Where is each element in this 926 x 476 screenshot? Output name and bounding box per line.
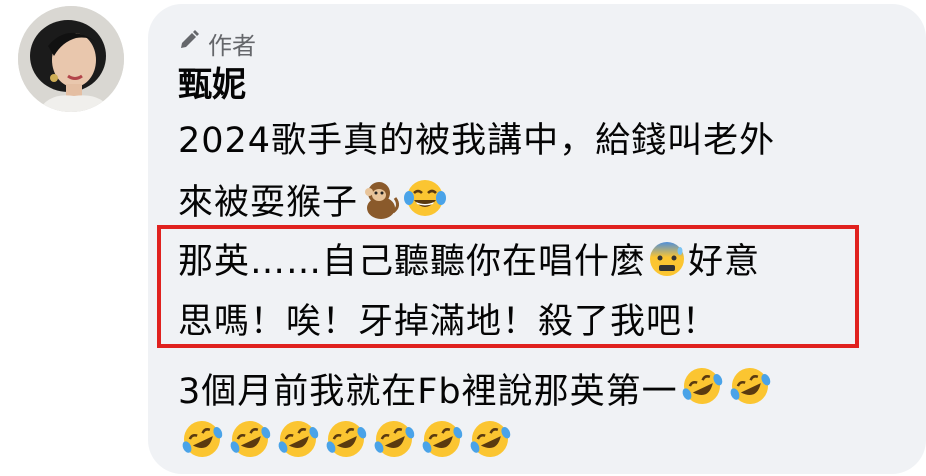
- rolling-on-the-floor-laughing-emoji: [179, 416, 225, 476]
- rolling-on-the-floor-laughing-emoji: [419, 416, 465, 476]
- rolling-on-the-floor-laughing-emoji: [727, 363, 773, 423]
- rolling-on-the-floor-laughing-emoji: [227, 416, 273, 476]
- author-badge: 作者: [178, 28, 256, 60]
- rolling-on-the-floor-laughing-emoji: [323, 416, 369, 476]
- comment-emoji-row: [178, 416, 514, 476]
- highlight-box: [157, 225, 859, 348]
- rolling-on-the-floor-laughing-emoji: [467, 416, 513, 476]
- rolling-on-the-floor-laughing-emoji: [371, 416, 417, 476]
- comment-text: 3個月前我就在Fb裡說那英第一: [178, 372, 678, 412]
- comment-text: 2024歌手真的被我講中，給錢叫老外: [178, 121, 776, 161]
- author-name[interactable]: 甄妮: [178, 62, 246, 108]
- comment-line: 3個月前我就在Fb裡說那英第一: [178, 363, 774, 423]
- rolling-on-the-floor-laughing-emoji: [679, 363, 725, 423]
- comment-text: 來被耍猴子: [178, 183, 359, 223]
- author-badge-label: 作者: [208, 31, 256, 60]
- rolling-on-the-floor-laughing-emoji: [275, 416, 321, 476]
- comment-line: 2024歌手真的被我講中，給錢叫老外: [178, 116, 775, 166]
- avatar[interactable]: [18, 6, 124, 112]
- pencil-icon: [178, 29, 200, 57]
